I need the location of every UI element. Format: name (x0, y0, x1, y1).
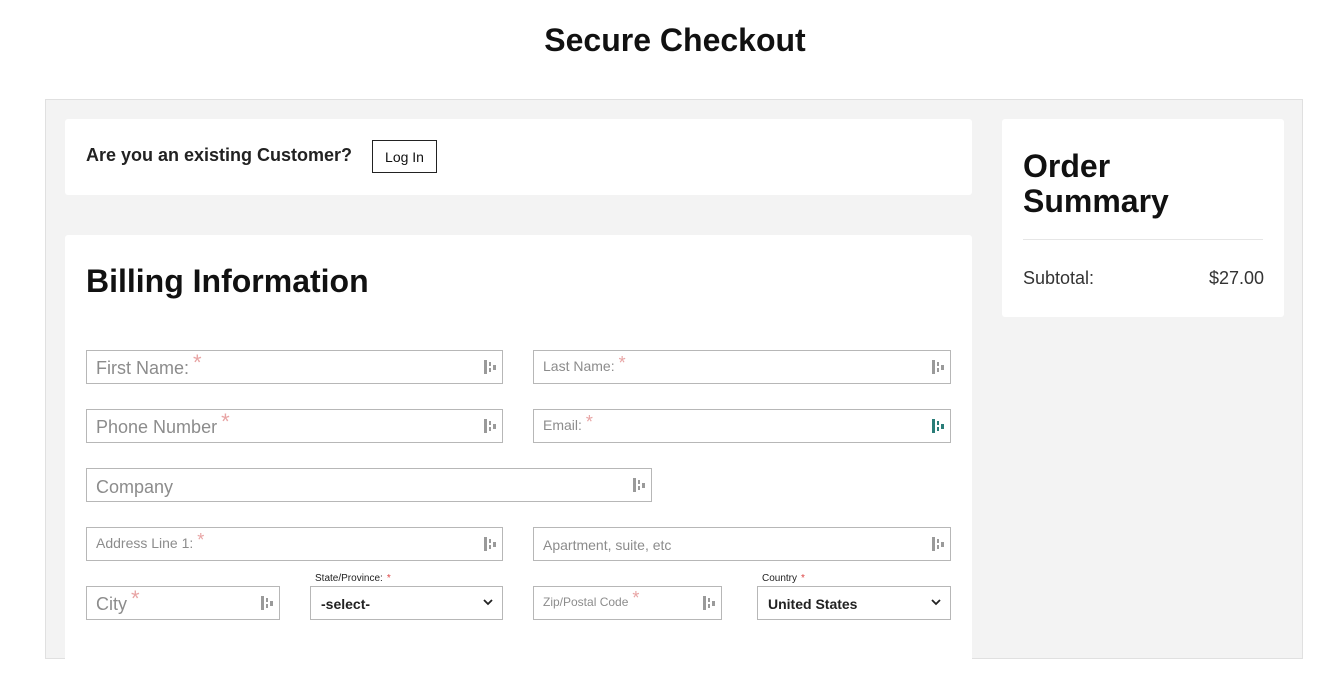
autofill-key-icon[interactable] (932, 537, 944, 551)
zip-code-placeholder: Zip/Postal Code (543, 595, 629, 609)
last-name-placeholder: Last Name: (543, 358, 615, 374)
phone-number-input[interactable]: Phone Number * (86, 409, 503, 443)
state-select-value: -select- (321, 596, 371, 612)
autofill-key-icon[interactable] (484, 360, 496, 374)
last-name-input[interactable]: Last Name: * (533, 350, 951, 384)
country-label-text: Country (762, 573, 798, 584)
apartment-placeholder: Apartment, suite, etc (543, 537, 672, 553)
city-placeholder: City (96, 594, 127, 614)
autofill-key-icon[interactable] (484, 537, 496, 551)
subtotal-label: Subtotal: (1023, 268, 1095, 288)
required-marker: * (193, 350, 202, 375)
billing-title: Billing Information (86, 263, 369, 299)
chevron-down-icon (931, 599, 941, 606)
state-select[interactable]: -select- (310, 586, 503, 620)
autofill-key-icon[interactable] (261, 596, 273, 610)
page-title: Secure Checkout (544, 22, 806, 58)
required-marker: * (618, 353, 626, 373)
country-select[interactable]: United States (757, 586, 951, 620)
required-marker: * (801, 573, 805, 584)
autofill-key-icon[interactable] (633, 478, 645, 492)
first-name-input[interactable]: First Name: * (86, 350, 503, 384)
summary-divider (1023, 239, 1263, 240)
existing-customer-card: Are you an existing Customer? Log In (65, 119, 972, 195)
state-label: State/Province: * (315, 573, 391, 584)
state-label-text: State/Province: (315, 573, 383, 584)
country-label: Country * (762, 573, 805, 584)
required-marker: * (221, 409, 230, 434)
phone-number-placeholder: Phone Number (96, 417, 218, 437)
address-line-1-input[interactable]: Address Line 1: * (86, 527, 503, 561)
required-marker: * (197, 530, 205, 550)
zip-code-input[interactable]: Zip/Postal Code * (533, 586, 722, 620)
country-select-value: United States (768, 596, 858, 612)
order-summary-card: Order Summary Subtotal: $27.00 (1002, 119, 1284, 317)
company-input[interactable]: Company (86, 468, 652, 502)
apartment-input[interactable]: Apartment, suite, etc (533, 527, 951, 561)
checkout-container: Are you an existing Customer? Log In Bil… (45, 99, 1303, 675)
login-button[interactable]: Log In (372, 140, 437, 173)
autofill-key-icon[interactable] (484, 419, 496, 433)
autofill-key-icon[interactable] (932, 419, 944, 433)
autofill-key-icon[interactable] (703, 596, 715, 610)
subtotal-value: $27.00 (1208, 268, 1264, 288)
first-name-placeholder: First Name: (96, 358, 190, 378)
required-marker: * (632, 588, 640, 608)
company-placeholder: Company (96, 477, 174, 497)
autofill-key-icon[interactable] (932, 360, 944, 374)
city-input[interactable]: City * (86, 586, 280, 620)
order-summary-title: Order Summary (1023, 148, 1169, 219)
email-placeholder: Email: (543, 417, 582, 433)
chevron-down-icon (483, 599, 493, 606)
address-line-1-placeholder: Address Line 1: (96, 535, 194, 551)
billing-card: Billing Information First Name: * Last Na… (65, 235, 972, 675)
required-marker: * (585, 412, 593, 432)
required-marker: * (386, 573, 391, 584)
existing-customer-question: Are you an existing Customer? (86, 145, 353, 165)
email-input[interactable]: Email: * (533, 409, 951, 443)
required-marker: * (131, 586, 140, 611)
